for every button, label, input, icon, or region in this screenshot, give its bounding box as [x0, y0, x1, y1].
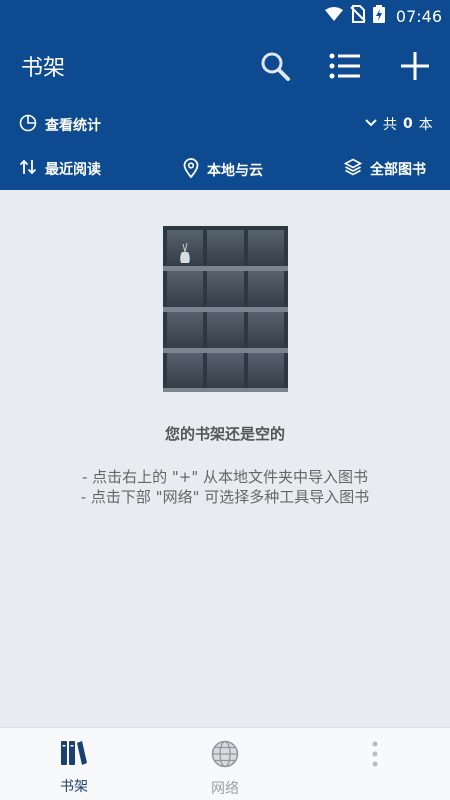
filter-row: 最近阅读 本地与云 全部图书	[0, 144, 450, 190]
location-pin-icon	[183, 158, 199, 182]
search-icon	[259, 50, 291, 86]
list-icon	[329, 52, 361, 84]
nav-item-network[interactable]: 网络	[185, 740, 265, 798]
category-label: 全部图书	[370, 162, 426, 178]
empty-state-title: 您的书架还是空的	[164, 425, 285, 443]
source-label: 本地与云	[207, 163, 263, 179]
book-count-toggle[interactable]: 共 0 本	[365, 114, 433, 134]
view-stats-button[interactable]: 查看统计	[19, 114, 101, 136]
search-button[interactable]	[257, 50, 293, 86]
sort-label: 最近阅读	[45, 162, 101, 178]
empty-state-hint-import: - 点击右上的 "+" 从本地文件夹中导入图书	[81, 468, 369, 486]
empty-state-hint-network: - 点击下部 "网络" 可选择多种工具导入图书	[80, 488, 370, 506]
more-vertical-icon	[370, 740, 380, 772]
category-filter-button[interactable]: 全部图书	[343, 158, 426, 180]
count-suffix: 本	[418, 117, 433, 133]
page-title: 书架	[21, 56, 66, 81]
pie-chart-icon	[19, 114, 37, 136]
status-time: 07:46	[395, 6, 442, 26]
source-filter-button[interactable]: 本地与云	[183, 158, 263, 182]
info-row: 查看统计 共 0 本	[0, 104, 450, 144]
status-bar: 07:46	[0, 0, 450, 32]
books-icon	[60, 740, 88, 770]
no-sim-icon	[350, 5, 366, 27]
wifi-icon	[324, 6, 344, 26]
bottom-nav: 书架 网络	[0, 727, 450, 800]
sort-arrows-icon	[19, 158, 37, 180]
empty-bookshelf-image	[163, 226, 288, 392]
add-book-button[interactable]	[397, 50, 433, 86]
count-value: 0	[403, 116, 413, 132]
sort-recent-button[interactable]: 最近阅读	[19, 158, 101, 180]
layers-icon	[343, 158, 363, 180]
app-bar: 书架	[0, 32, 450, 104]
list-view-button[interactable]	[327, 50, 363, 86]
battery-charging-icon	[372, 4, 386, 28]
count-prefix: 共	[383, 117, 397, 133]
chevron-down-icon	[365, 116, 377, 132]
nav-label-network: 网络	[211, 781, 239, 797]
nav-item-more[interactable]	[335, 740, 415, 778]
nav-label-bookshelf: 书架	[60, 779, 88, 795]
globe-icon	[211, 740, 239, 772]
view-stats-label: 查看统计	[45, 118, 101, 134]
nav-item-bookshelf[interactable]: 书架	[34, 740, 114, 796]
status-icons: 07:46	[324, 4, 442, 28]
add-icon	[399, 50, 431, 86]
